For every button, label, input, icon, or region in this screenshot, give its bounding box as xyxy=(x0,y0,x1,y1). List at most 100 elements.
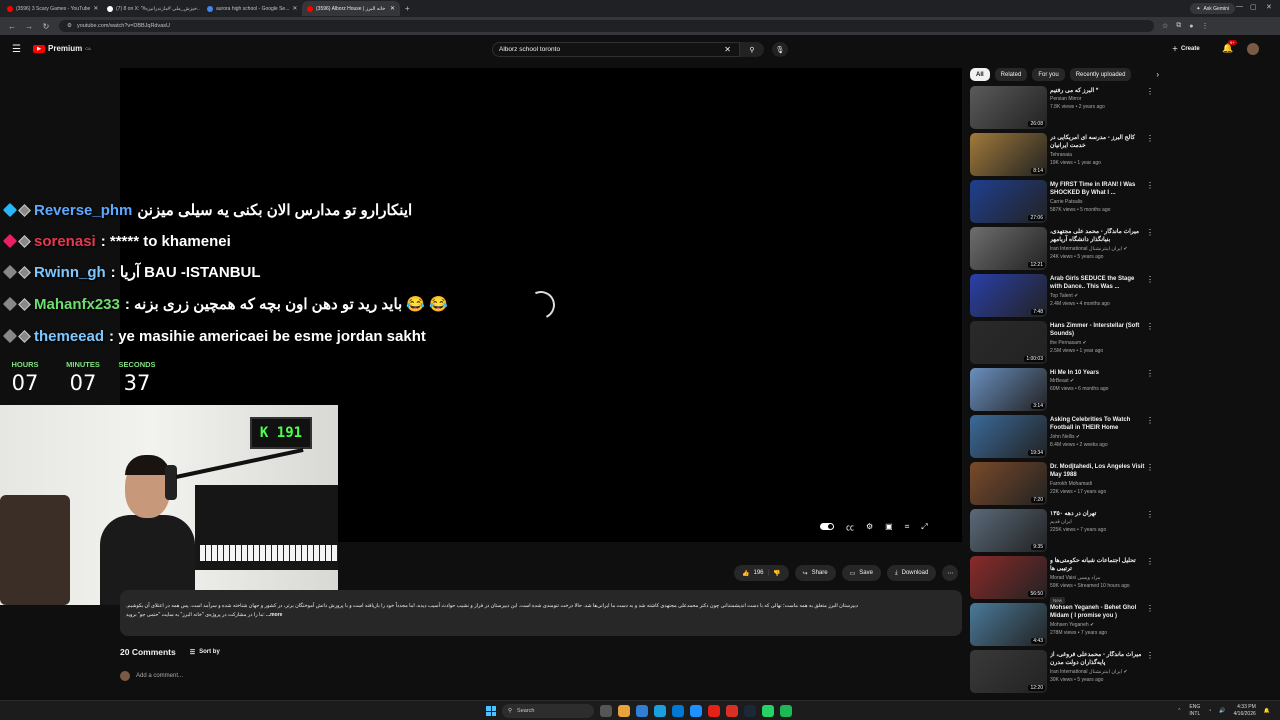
more-vertical-icon[interactable]: ⋮ xyxy=(1146,651,1154,660)
channel-name[interactable]: Iran International ایران اینترنشنال xyxy=(1050,246,1122,252)
new-tab-icon[interactable]: + xyxy=(405,4,410,13)
channel-name[interactable]: Iran International ایران اینترنشنال xyxy=(1050,669,1122,675)
video-title[interactable]: تهران در دهه ۱۳۵۰ xyxy=(1050,510,1146,518)
search-button[interactable]: ⚲ xyxy=(740,42,764,57)
save-button[interactable]: ▭ Save xyxy=(841,565,881,581)
video-title[interactable]: تحلیل اجتماعات شبانه حکومتی‌ها و ترتیبی … xyxy=(1050,557,1146,574)
recommended-video[interactable]: 8:14 کالج البرز - مدرسه ای آمریکایی در خد… xyxy=(970,133,1160,178)
browser-tab[interactable]: (3596) 3 Scary Games - YouTube ✕ xyxy=(2,1,100,16)
channel-name[interactable]: the Pernasam xyxy=(1050,340,1081,346)
video-title[interactable]: Arab Girls SEDUCE the Stage with Dance..… xyxy=(1050,275,1146,292)
browser-menu-icon[interactable]: ⋮ xyxy=(1202,22,1209,30)
recommended-video[interactable]: 56:50 تحلیل اجتماعات شبانه حکومتی‌ها و تر… xyxy=(970,556,1160,604)
more-vertical-icon[interactable]: ⋮ xyxy=(1146,275,1154,284)
video-thumbnail[interactable]: 12:20 xyxy=(970,650,1047,693)
wifi-icon[interactable]: ◔ xyxy=(1208,708,1211,714)
clear-search-icon[interactable]: ✕ xyxy=(724,45,731,54)
maximize-icon[interactable]: ▢ xyxy=(1250,3,1257,11)
recommended-video[interactable]: 27:06 My FIRST Time in IRAN! I Was SHOCKE… xyxy=(970,180,1160,225)
extensions-icon[interactable]: ⧉ xyxy=(1176,22,1181,30)
more-vertical-icon[interactable]: ⋮ xyxy=(1146,510,1154,519)
forward-icon[interactable]: → xyxy=(24,22,34,31)
edge-icon[interactable] xyxy=(654,705,666,717)
close-window-icon[interactable]: ✕ xyxy=(1266,3,1272,11)
more-vertical-icon[interactable]: ⋮ xyxy=(1146,463,1154,472)
reload-icon[interactable]: ↻ xyxy=(41,22,51,31)
bookmark-star-icon[interactable]: ☆ xyxy=(1162,22,1168,30)
video-thumbnail[interactable]: 12:21 xyxy=(970,227,1047,270)
close-tab-icon[interactable]: ✕ xyxy=(390,5,395,12)
more-vertical-icon[interactable]: ⋮ xyxy=(1146,604,1154,613)
video-title[interactable]: Hans Zimmer - Interstellar (Soft Sounds) xyxy=(1050,322,1146,339)
taskbar-search[interactable]: ⚲ Search xyxy=(502,704,594,718)
chevron-right-icon[interactable]: › xyxy=(1156,70,1159,79)
file-explorer-icon[interactable] xyxy=(618,705,630,717)
hamburger-menu-icon[interactable]: ☰ xyxy=(12,44,21,55)
youtube-logo[interactable]: ▶ Premium CA xyxy=(33,44,91,53)
filter-chip[interactable]: Related xyxy=(994,68,1028,81)
notification-center-icon[interactable]: 🔔 xyxy=(1264,708,1270,714)
minimize-icon[interactable]: — xyxy=(1236,3,1243,10)
video-title[interactable]: Mohsen Yeganeh - Behet Ghol Midam ( I pr… xyxy=(1050,604,1146,621)
more-vertical-icon[interactable]: ⋮ xyxy=(1146,228,1154,237)
spotify-icon[interactable] xyxy=(780,705,792,717)
fullscreen-icon[interactable]: ⤢ xyxy=(921,522,927,533)
recommended-video[interactable]: 3:14 Hi Me In 10 Years MrBeast ✔ 60M views … xyxy=(970,368,1160,413)
clock[interactable]: 4:33 PM 4/16/2026 xyxy=(1234,704,1256,717)
site-info-icon[interactable]: ⚙ xyxy=(67,23,72,29)
back-icon[interactable]: ← xyxy=(7,22,17,31)
video-thumbnail[interactable]: 27:06 xyxy=(970,180,1047,223)
video-title[interactable]: کالج البرز - مدرسه ای آمریکایی در خدمت ا… xyxy=(1050,134,1146,151)
browser-tab[interactable]: (7) 8 on X: "#خیزش_ملی #مازندرانیزه...✕ xyxy=(102,1,200,16)
browser-tab[interactable]: (3596) Alborz House | خانه البرز ✕ xyxy=(302,1,400,16)
more-vertical-icon[interactable]: ⋮ xyxy=(1146,181,1154,190)
mail-icon[interactable] xyxy=(690,705,702,717)
app-icon[interactable] xyxy=(636,705,648,717)
filter-chip[interactable]: For you xyxy=(1032,68,1065,81)
video-thumbnail[interactable]: 7:48 xyxy=(970,274,1047,317)
recommended-video[interactable]: 12:20 میراث ماندگار - محمدعلی فروغی، از پ… xyxy=(970,650,1160,695)
steam-icon[interactable] xyxy=(744,705,756,717)
video-thumbnail[interactable]: 8:14 xyxy=(970,133,1047,176)
video-title[interactable]: البرز که می رفتیم * xyxy=(1050,87,1146,95)
youtube-app-icon[interactable] xyxy=(708,705,720,717)
more-vertical-icon[interactable]: ⋮ xyxy=(1146,369,1154,378)
outlook-icon[interactable] xyxy=(672,705,684,717)
create-button[interactable]: ＋ Create xyxy=(1172,44,1200,54)
profile-icon[interactable]: ● xyxy=(1189,23,1193,30)
thumbs-down-icon[interactable]: 👎 xyxy=(773,570,780,577)
video-thumbnail[interactable]: 1:00:03 xyxy=(970,321,1047,364)
cast-icon[interactable]: ⌗ xyxy=(905,522,910,533)
miniplayer-icon[interactable]: ▣ xyxy=(885,522,893,533)
autoplay-toggle[interactable] xyxy=(820,523,834,530)
channel-name[interactable]: John Nellis xyxy=(1050,434,1074,440)
channel-name[interactable]: Farrokh Mohamadi xyxy=(1050,481,1092,487)
recommended-video[interactable]: 7:48 Arab Girls SEDUCE the Stage with Dan… xyxy=(970,274,1160,319)
like-button[interactable]: 👍 196 | 👎 xyxy=(734,565,789,581)
add-comment-field[interactable]: Add a comment... xyxy=(120,671,183,681)
recommended-video[interactable]: 12:21 میراث ماندگار - محمد علی مجتهدی، بن… xyxy=(970,227,1160,272)
recommended-video[interactable]: 7:20 Dr. Modjtahedi, Los Angeles Visit Ma… xyxy=(970,462,1160,507)
share-button[interactable]: ↪ Share xyxy=(794,565,836,581)
channel-name[interactable]: MrBeast xyxy=(1050,378,1069,384)
filter-chip[interactable]: Recently uploaded xyxy=(1069,68,1132,81)
recommended-video[interactable]: 9:35 تهران در دهه ۱۳۵۰ ایران قدیم 225K view… xyxy=(970,509,1160,554)
browser-tab[interactable]: aurora high school - Google Se... ✕ xyxy=(202,1,300,16)
more-vertical-icon[interactable]: ⋮ xyxy=(1146,557,1154,566)
url-field[interactable]: ⚙ youtube.com/watch?v=DBBJqRdvasU xyxy=(59,20,1154,32)
channel-name[interactable]: Top Talent xyxy=(1050,293,1073,299)
sort-comments-button[interactable]: ☰ Sort by xyxy=(190,649,220,656)
download-button[interactable]: ⤓ Download xyxy=(886,565,937,581)
video-thumbnail[interactable]: 7:20 xyxy=(970,462,1047,505)
video-thumbnail[interactable]: 4:43 xyxy=(970,603,1047,646)
filter-chip[interactable]: All xyxy=(970,68,990,81)
account-avatar[interactable] xyxy=(1247,43,1259,55)
more-vertical-icon[interactable]: ⋮ xyxy=(1146,134,1154,143)
video-title[interactable]: میراث ماندگار - محمد علی مجتهدی، بنیانگذ… xyxy=(1050,228,1146,245)
notifications-button[interactable]: 🔔 9+ xyxy=(1222,40,1237,54)
recommended-video[interactable]: 4:43 Mohsen Yeganeh - Behet Ghol Midam ( … xyxy=(970,603,1160,648)
video-title[interactable]: Hi Me In 10 Years xyxy=(1050,369,1146,377)
video-title[interactable]: My FIRST Time in IRAN! I Was SHOCKED By … xyxy=(1050,181,1146,198)
more-vertical-icon[interactable]: ⋮ xyxy=(1146,322,1154,331)
recommended-video[interactable]: 1:00:03 Hans Zimmer - Interstellar (Soft … xyxy=(970,321,1160,366)
